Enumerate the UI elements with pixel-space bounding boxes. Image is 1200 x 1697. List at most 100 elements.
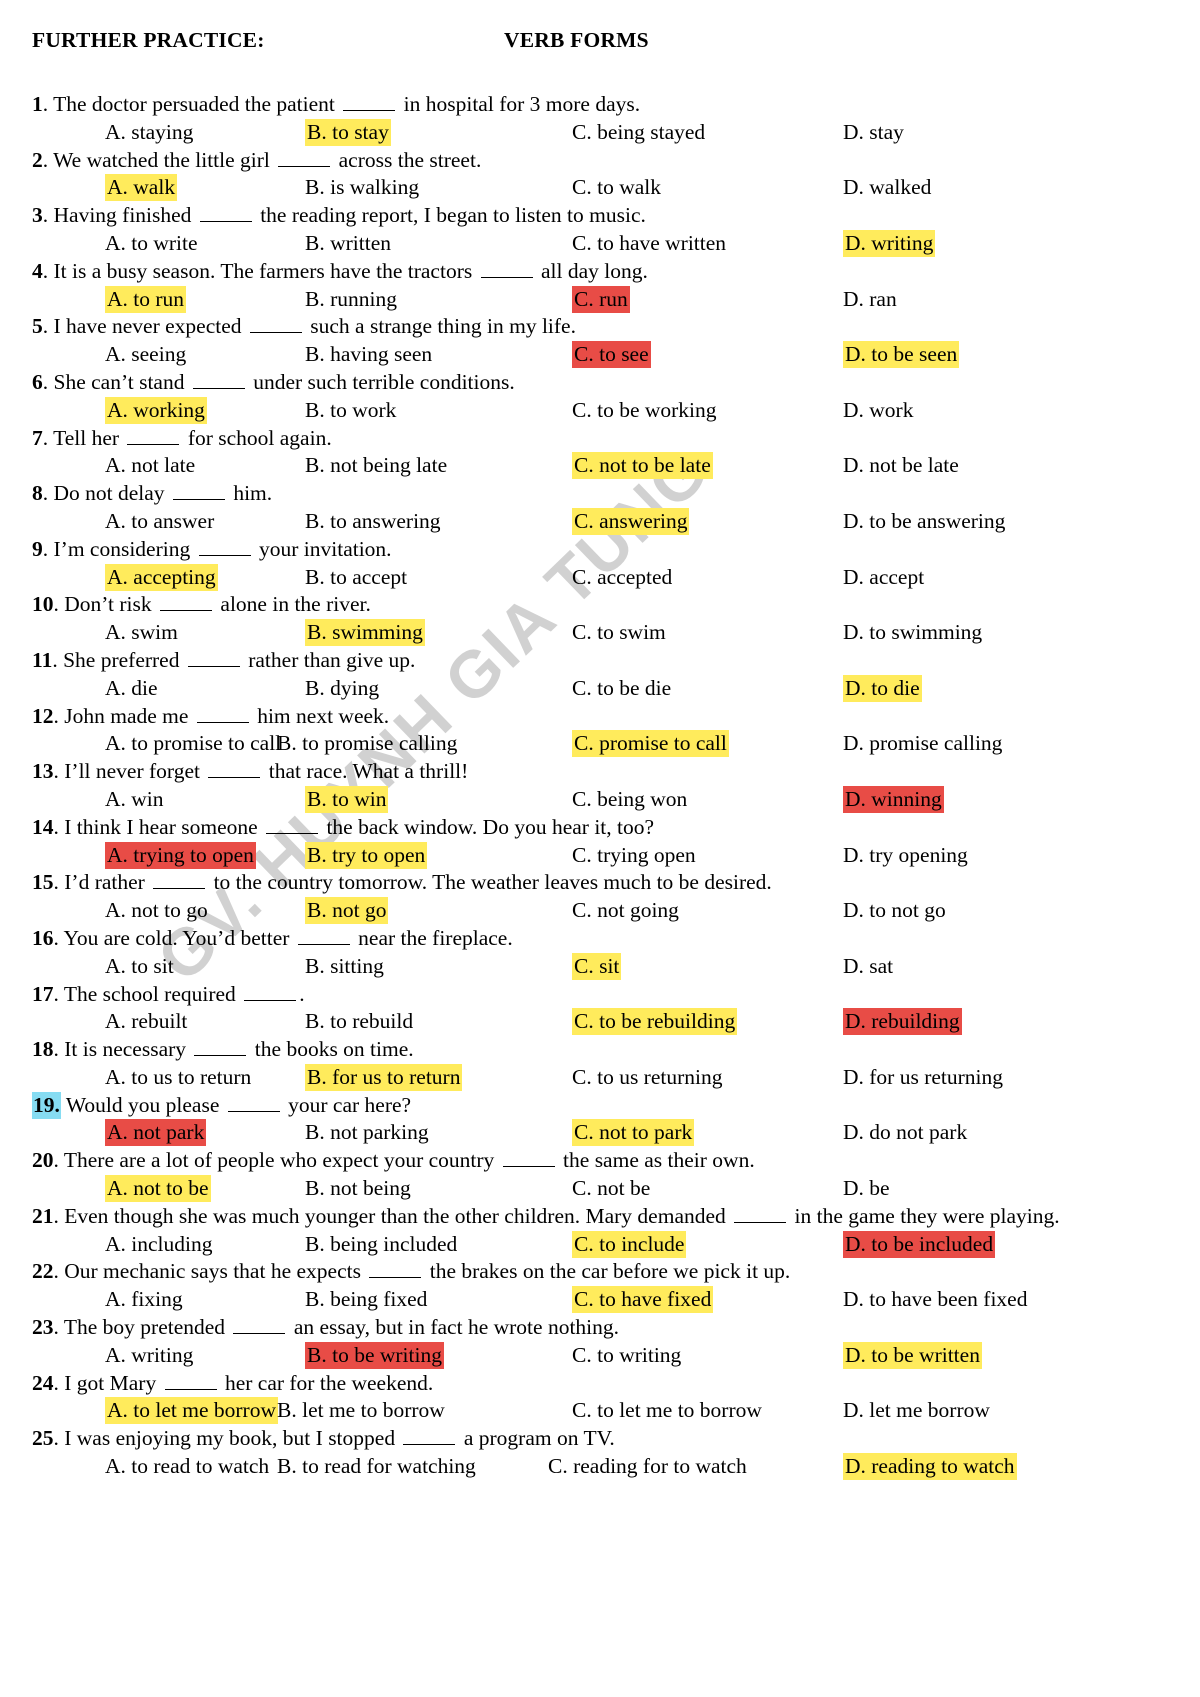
option-c[interactable]: C. not to park (572, 1119, 695, 1147)
option-c[interactable]: C. to swim (572, 619, 666, 647)
option-b[interactable]: B. written (305, 230, 391, 258)
option-b[interactable]: B. to read for watching (277, 1453, 476, 1481)
option-c[interactable]: C. to include (572, 1230, 687, 1259)
option-a[interactable]: A. rebuilt (105, 1008, 187, 1036)
option-d[interactable]: D. stay (843, 119, 904, 147)
option-b[interactable]: B. to rebuild (305, 1008, 413, 1036)
option-d[interactable]: D. to be included (843, 1230, 996, 1259)
option-b[interactable]: B. to be writing (305, 1341, 444, 1370)
option-d[interactable]: D. to not go (843, 897, 946, 925)
option-c[interactable]: C. not to be late (572, 452, 713, 480)
option-b[interactable]: B. running (305, 286, 397, 314)
option-c[interactable]: C. to walk (572, 174, 661, 202)
option-c[interactable]: C. not be (572, 1175, 650, 1203)
option-d[interactable]: D. for us returning (843, 1064, 1003, 1092)
option-a[interactable]: A. not park (105, 1119, 207, 1147)
option-d[interactable]: D. work (843, 397, 913, 425)
option-b[interactable]: B. to answering (305, 508, 441, 536)
option-d[interactable]: D. walked (843, 174, 931, 202)
option-c[interactable]: C. to let me to borrow (572, 1397, 762, 1425)
option-d[interactable]: D. to be seen (843, 341, 960, 369)
option-a[interactable]: A. not late (105, 452, 195, 480)
option-a[interactable]: A. to us to return (105, 1064, 251, 1092)
option-c[interactable]: C. to have fixed (572, 1286, 714, 1314)
option-b[interactable]: B. not being late (305, 452, 447, 480)
option-a[interactable]: A. walk (105, 174, 178, 202)
option-b[interactable]: B. try to open (305, 841, 428, 870)
option-d[interactable]: D. ran (843, 286, 897, 314)
option-c[interactable]: C. to be rebuilding (572, 1008, 738, 1036)
option-d[interactable]: D. do not park (843, 1119, 967, 1147)
option-c[interactable]: C. run (572, 285, 630, 314)
option-d[interactable]: D. winning (843, 785, 944, 814)
option-d[interactable]: D. to die (843, 674, 922, 703)
option-d[interactable]: D. reading to watch (843, 1453, 1017, 1481)
option-c[interactable]: C. to writing (572, 1342, 681, 1370)
option-a[interactable]: A. including (105, 1231, 213, 1259)
option-a[interactable]: A. accepting (105, 563, 218, 592)
option-b[interactable]: B. to win (305, 785, 389, 814)
option-a[interactable]: A. staying (105, 119, 193, 147)
option-a[interactable]: A. fixing (105, 1286, 183, 1314)
option-c[interactable]: C. being won (572, 786, 687, 814)
option-d[interactable]: D. to be answering (843, 508, 1005, 536)
option-a[interactable]: A. writing (105, 1342, 193, 1370)
option-a[interactable]: A. seeing (105, 341, 186, 369)
option-b[interactable]: B. is walking (305, 174, 419, 202)
option-b[interactable]: B. let me to borrow (277, 1397, 445, 1425)
option-c[interactable]: C. promise to call (572, 730, 729, 758)
option-a[interactable]: A. not to go (105, 897, 208, 925)
option-b[interactable]: B. not being (305, 1175, 411, 1203)
option-c[interactable]: C. answering (572, 507, 690, 536)
option-a[interactable]: A. to promise to call (105, 730, 281, 758)
option-d[interactable]: D. not be late (843, 452, 959, 480)
option-d[interactable]: D. accept (843, 564, 924, 592)
option-c[interactable]: C. sit (572, 952, 622, 981)
option-a[interactable]: A. not to be (105, 1175, 211, 1203)
option-a[interactable]: A. to answer (105, 508, 214, 536)
option-a[interactable]: A. to read to watch (105, 1453, 269, 1481)
option-a[interactable]: A. to sit (105, 953, 174, 981)
option-d[interactable]: D. try opening (843, 842, 968, 870)
option-a[interactable]: A. trying to open (105, 841, 256, 870)
option-c[interactable]: C. to have written (572, 230, 726, 258)
option-c[interactable]: C. trying open (572, 842, 696, 870)
option-a[interactable]: A. win (105, 786, 164, 814)
option-b[interactable]: B. being fixed (305, 1286, 427, 1314)
option-b[interactable]: B. to stay (305, 118, 391, 147)
option-b[interactable]: B. having seen (305, 341, 432, 369)
option-c[interactable]: C. to us returning (572, 1064, 723, 1092)
option-b[interactable]: B. not go (305, 897, 389, 925)
option-c[interactable]: C. to see (572, 341, 651, 369)
option-c[interactable]: C. not going (572, 897, 679, 925)
option-d[interactable]: D. to be written (843, 1341, 982, 1370)
option-b[interactable]: B. swimming (305, 619, 425, 647)
option-d[interactable]: D. let me borrow (843, 1397, 990, 1425)
option-a[interactable]: A. to let me borrow (105, 1397, 278, 1425)
option-d[interactable]: D. sat (843, 953, 893, 981)
option-b[interactable]: B. being included (305, 1231, 457, 1259)
option-c[interactable]: C. to be working (572, 397, 717, 425)
option-b[interactable]: B. to work (305, 397, 396, 425)
option-a[interactable]: A. die (105, 675, 158, 703)
option-d[interactable]: D. to have been fixed (843, 1286, 1027, 1314)
option-d[interactable]: D. to swimming (843, 619, 982, 647)
option-a[interactable]: A. working (105, 396, 207, 425)
option-b[interactable]: B. to accept (305, 564, 407, 592)
option-d[interactable]: D. promise calling (843, 730, 1002, 758)
option-d[interactable]: D. writing (843, 229, 936, 258)
option-c[interactable]: C. reading for to watch (548, 1453, 747, 1481)
option-b[interactable]: B. dying (305, 675, 379, 703)
option-d[interactable]: D. rebuilding (843, 1008, 962, 1036)
option-a[interactable]: A. to run (105, 285, 187, 314)
option-c[interactable]: C. to be die (572, 675, 671, 703)
option-c[interactable]: C. accepted (572, 564, 672, 592)
option-b[interactable]: B. to promise calling (277, 730, 457, 758)
option-b[interactable]: B. for us to return (305, 1063, 463, 1092)
option-a[interactable]: A. swim (105, 619, 178, 647)
option-a[interactable]: A. to write (105, 230, 198, 258)
option-b[interactable]: B. sitting (305, 953, 384, 981)
option-d[interactable]: D. be (843, 1175, 890, 1203)
option-c[interactable]: C. being stayed (572, 119, 705, 147)
option-b[interactable]: B. not parking (305, 1119, 429, 1147)
